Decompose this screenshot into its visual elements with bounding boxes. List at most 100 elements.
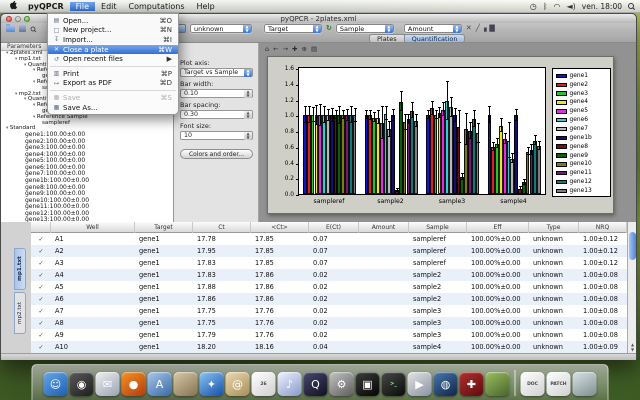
dock-icon-game-cube[interactable]: ▣	[356, 372, 380, 396]
table-row[interactable]: ✓A1gene117.7817.850.07sampleref100.00%±0…	[31, 233, 627, 245]
column-header[interactable]: Sample	[409, 222, 467, 233]
menu-bar-clock[interactable]: ven. 18:00	[582, 2, 622, 11]
tab-quantification[interactable]: Quantification	[405, 34, 466, 43]
row-checkbox[interactable]: ✓	[31, 236, 51, 243]
dock-icon-quicktime[interactable]: Q	[304, 372, 328, 396]
disclosure-triangle-icon[interactable]: ▾	[24, 97, 26, 103]
menu-help[interactable]: Help	[190, 2, 220, 11]
back-icon[interactable]: ←	[273, 45, 278, 53]
search-icon[interactable]	[31, 26, 36, 31]
dock-icon-doc-file[interactable]: DOC	[521, 372, 545, 396]
disclosure-triangle-icon[interactable]: ▾	[15, 92, 17, 98]
row-checkbox[interactable]: ✓	[31, 344, 51, 351]
table-row[interactable]: ✓A3gene117.8317.850.07sampleref100.00%±0…	[31, 257, 627, 269]
column-header[interactable]: Eff	[467, 222, 529, 233]
table-row[interactable]: ✓A6gene117.8617.860.02sample2100.00%±0.0…	[31, 293, 627, 305]
dock-icon-safari[interactable]: ✦	[200, 372, 224, 396]
save-figure-icon[interactable]: ▤	[311, 45, 317, 53]
chart-icon[interactable]: ▖▇	[484, 23, 495, 34]
disclosure-triangle-icon[interactable]: ▾	[33, 115, 35, 121]
column-header[interactable]: Type	[529, 222, 579, 233]
dock-icon-patch-file[interactable]: PATCH	[547, 372, 571, 396]
save-file-icon[interactable]	[19, 25, 26, 32]
refresh-icon[interactable]: ↻	[326, 23, 332, 34]
menu-file[interactable]: File	[70, 2, 95, 11]
pipette-icon[interactable]: ✕	[466, 23, 472, 34]
amount-selector[interactable]: Amount▲▼	[404, 24, 462, 33]
row-checkbox[interactable]: ✓	[31, 260, 51, 267]
dock-icon-dictionary[interactable]: ✚	[460, 372, 484, 396]
bar-spacing-spinner[interactable]: 0.30 ▲▼	[180, 110, 253, 119]
dock-icon-text-editor[interactable]: A	[148, 372, 172, 396]
column-header[interactable]: Ct	[193, 222, 251, 233]
menu-item-export-as-pdf[interactable]: ↦Export as PDF⌘D	[48, 79, 178, 89]
dock-icon-globe[interactable]: ◍	[434, 372, 458, 396]
dock-icon-dvd-player[interactable]: ◉	[70, 372, 94, 396]
dock-icon-ical[interactable]: 26	[252, 372, 276, 396]
plate-tab-mp2[interactable]: mp2.txt	[14, 292, 26, 334]
menu-pyqpcr[interactable]: pyQPCR	[22, 2, 70, 11]
column-header[interactable]: NRQ	[579, 222, 627, 233]
menu-item-save[interactable]: ▦Save⌘S	[48, 93, 178, 103]
disclosure-triangle-icon[interactable]: ▾	[24, 63, 26, 69]
table-row[interactable]: ✓A10gene118.2018.160.04sample4100.00%±0.…	[31, 341, 627, 353]
row-checkbox[interactable]: ✓	[31, 332, 51, 339]
wifi-icon[interactable]: ◠	[554, 0, 561, 13]
scrollbar-arrows[interactable]: ▲▼	[628, 343, 636, 352]
apple-menu[interactable]	[4, 0, 22, 13]
menu-item-save-as[interactable]: ▦Save As...	[48, 103, 178, 113]
table-row[interactable]: ✓A8gene117.7517.760.02sample3100.00%±0.0…	[31, 317, 627, 329]
tab-plates[interactable]: Plates	[369, 34, 405, 43]
dock-icon-trash[interactable]	[573, 372, 597, 396]
font-size-spinner[interactable]: 10 ▲▼	[180, 131, 253, 140]
close-window-button[interactable]	[6, 16, 12, 22]
table-row[interactable]: ✓A7gene117.7517.760.02sample3100.00%±0.0…	[31, 305, 627, 317]
forward-icon[interactable]: →	[283, 45, 288, 53]
row-checkbox[interactable]: ✓	[31, 308, 51, 315]
spotlight-icon[interactable]	[628, 3, 634, 9]
table-row[interactable]: ✓A9gene117.7917.760.02sample3100.00%±0.0…	[31, 329, 627, 341]
dock-icon-finder[interactable]: ☺	[44, 372, 68, 396]
plate-selector[interactable]: unknown▲▼	[190, 24, 252, 33]
zoom-window-button[interactable]	[24, 16, 30, 22]
disclosure-triangle-icon[interactable]: ▾	[6, 51, 8, 57]
bar-width-spinner[interactable]: 0.10 ▲▼	[180, 89, 253, 98]
sample-selector[interactable]: Sample▲▼	[336, 24, 394, 33]
dock-icon-gimp[interactable]	[174, 372, 198, 396]
dock-icon-system-preferences[interactable]: ⚙	[330, 372, 354, 396]
table-scrollbar[interactable]: ▲▼	[627, 222, 636, 353]
pencil-icon[interactable]: ╱	[476, 23, 480, 34]
disclosure-triangle-icon[interactable]: ▾	[33, 103, 35, 109]
menu-item-print[interactable]: ▥Print⌘P	[48, 69, 178, 79]
plate-tab-mp1[interactable]: mp1.txt	[14, 248, 26, 290]
colors-and-order-button[interactable]: Colors and order...	[180, 149, 253, 159]
row-checkbox[interactable]: ✓	[31, 284, 51, 291]
dock-icon-firefox[interactable]: ●	[122, 372, 146, 396]
column-header[interactable]: E(Ct)	[309, 222, 359, 233]
menu-item-open-recent-files[interactable]: ↺Open recent files▶	[48, 54, 178, 64]
volume-icon[interactable]: ◄)	[567, 0, 576, 13]
dock-icon-itunes[interactable]: ♪	[278, 372, 302, 396]
row-checkbox[interactable]: ✓	[31, 296, 51, 303]
dock-icon-plant[interactable]	[486, 372, 510, 396]
dock-icon-image-viewer[interactable]: ▶	[408, 372, 432, 396]
menu-item-open[interactable]: ▤Open...⌘O	[48, 16, 178, 26]
dock-icon-address-book[interactable]: @	[226, 372, 250, 396]
row-checkbox[interactable]: ✓	[31, 320, 51, 327]
menu-item-close-a-plate[interactable]: ✕Close a plate⌘W	[48, 45, 178, 55]
disclosure-triangle-icon[interactable]: ▾	[15, 57, 17, 63]
column-header[interactable]: Amount	[359, 222, 409, 233]
column-header[interactable]: <Ct>	[251, 222, 309, 233]
menu-item-new-project[interactable]: □New project...⌘N	[48, 26, 178, 36]
target-selector[interactable]: Target▲▼	[264, 24, 322, 33]
menu-computations[interactable]: Computations	[123, 2, 191, 11]
disclosure-triangle-icon[interactable]: ▾	[6, 126, 8, 132]
column-header[interactable]	[31, 222, 51, 233]
menu-item-import[interactable]: ↧Import...⌘I	[48, 35, 178, 45]
home-icon[interactable]: ⌂	[265, 45, 269, 53]
pan-icon[interactable]: ✚	[292, 45, 297, 53]
disclosure-triangle-icon[interactable]: ▾	[33, 80, 35, 86]
bluetooth-icon[interactable]: ᛒ	[543, 0, 548, 13]
table-row[interactable]: ✓A4gene117.8317.860.02sample2100.00%±0.0…	[31, 269, 627, 281]
row-checkbox[interactable]: ✓	[31, 248, 51, 255]
